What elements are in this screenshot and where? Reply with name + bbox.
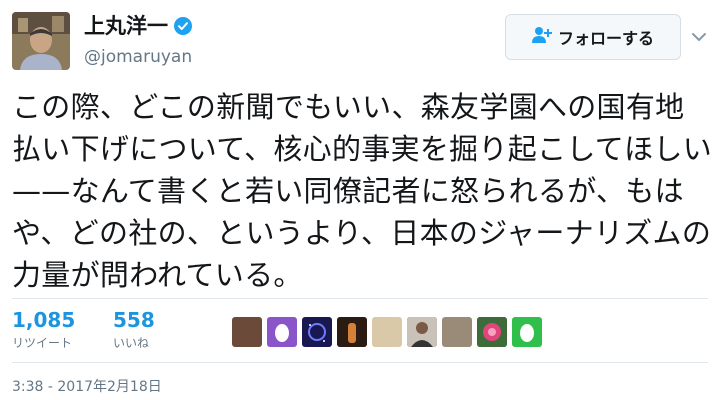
divider	[12, 362, 708, 363]
like-count[interactable]: 558	[113, 308, 155, 332]
avatar[interactable]	[12, 12, 70, 70]
divider	[12, 298, 708, 299]
tweet-text: この際、どこの新聞でもいい、森友学園への国有地払い下げについて、核心的事実を掘り…	[12, 90, 713, 292]
verified-badge-icon	[174, 17, 192, 35]
follow-button-label: フォローする	[557, 29, 654, 48]
tweet-timestamp[interactable]: 3:38 - 2017年2月18日	[12, 376, 162, 396]
cat-photo-icon[interactable]	[442, 317, 472, 347]
retweet-count[interactable]: 1,085	[12, 308, 75, 332]
liker-photo-icon[interactable]	[232, 317, 262, 347]
user-handle[interactable]: @jomaruyan	[84, 46, 192, 68]
egg-icon[interactable]	[267, 317, 297, 347]
flower-photo-icon[interactable]	[477, 317, 507, 347]
display-name-text[interactable]: 上丸洋一	[84, 12, 168, 40]
like-label: いいね	[113, 336, 150, 350]
follow-person-plus-icon	[531, 26, 552, 48]
retweet-label: リツイート	[12, 336, 73, 350]
liker-avatars	[232, 317, 542, 347]
person-photo-icon[interactable]	[407, 317, 437, 347]
user-display-name[interactable]: 上丸洋一	[84, 12, 192, 40]
liker-photo-icon[interactable]	[372, 317, 402, 347]
figure-photo-icon[interactable]	[337, 317, 367, 347]
like-stat[interactable]: 558 いいね	[113, 308, 155, 352]
night-sky-icon[interactable]	[302, 317, 332, 347]
chevron-down-icon[interactable]	[690, 28, 708, 46]
follow-button[interactable]: フォローする	[505, 14, 681, 60]
retweet-stat[interactable]: 1,085 リツイート	[12, 308, 75, 352]
egg-icon[interactable]	[512, 317, 542, 347]
